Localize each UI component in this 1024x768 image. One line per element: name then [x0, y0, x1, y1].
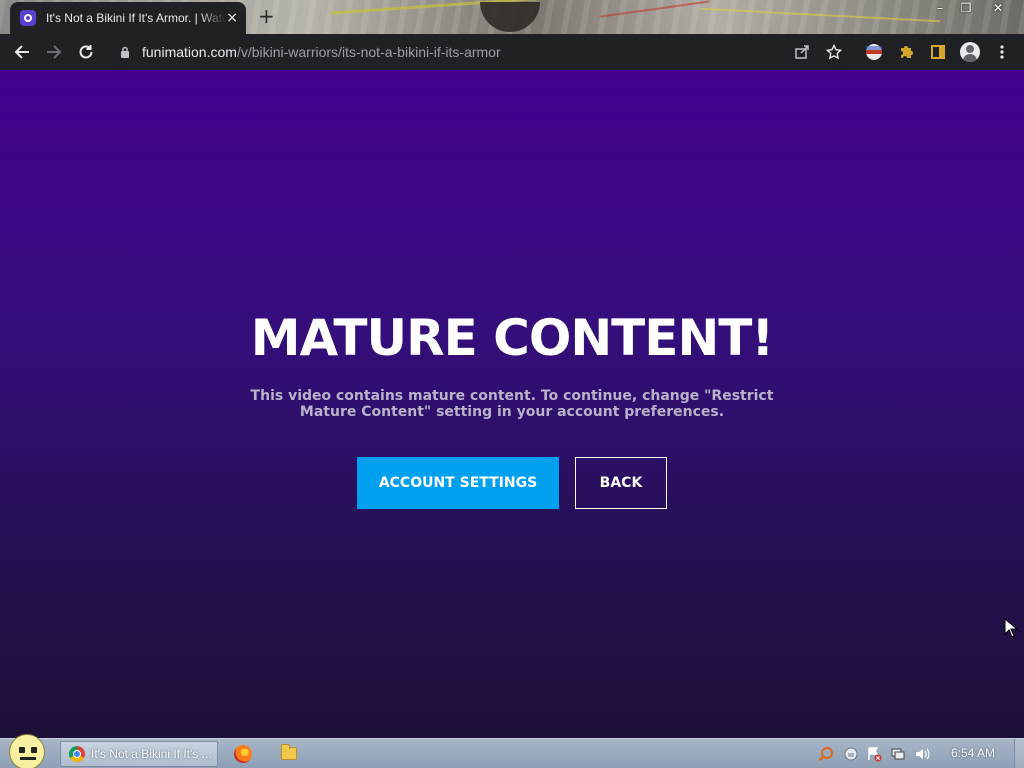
- browser-tab-strip: It's Not a Bikini If It's Armor. | Watch…: [0, 0, 1024, 34]
- more-menu-icon[interactable]: [992, 42, 1012, 62]
- url-host: funimation.com: [142, 44, 237, 60]
- mature-content-message: This video contains mature content. To c…: [250, 388, 774, 420]
- extensions-puzzle-icon[interactable]: [896, 42, 916, 62]
- tab-title: It's Not a Bikini If It's Armor. | Watch…: [46, 11, 226, 25]
- side-panel-icon[interactable]: [928, 42, 948, 62]
- extension-flag-icon[interactable]: [864, 42, 884, 62]
- lock-icon: [121, 46, 129, 58]
- page-title: MATURE CONTENT!: [250, 309, 774, 367]
- window-minimize-button[interactable]: –: [926, 0, 954, 18]
- window-restore-button[interactable]: ❐: [952, 0, 980, 18]
- window-close-button[interactable]: ✕: [984, 0, 1012, 18]
- url-text[interactable]: funimation.com/v/bikini-warriors/its-not…: [142, 44, 501, 60]
- back-button[interactable]: BACK: [575, 457, 667, 509]
- tray-status-icon[interactable]: [843, 746, 859, 762]
- mature-content-page: MATURE CONTENT! This video contains matu…: [0, 70, 1024, 738]
- browser-toolbar: funimation.com/v/bikini-warriors/its-not…: [0, 34, 1024, 70]
- network-icon[interactable]: [890, 746, 906, 762]
- show-desktop-button[interactable]: [1014, 739, 1024, 768]
- back-arrow-icon[interactable]: [12, 42, 32, 62]
- start-smiley-icon: [9, 734, 45, 768]
- reload-icon[interactable]: [76, 42, 96, 62]
- share-icon[interactable]: [792, 42, 812, 62]
- forward-arrow-icon[interactable]: [44, 42, 64, 62]
- tab-close-icon[interactable]: ×: [226, 11, 238, 25]
- start-button[interactable]: [6, 734, 48, 768]
- url-path: /v/bikini-warriors/its-not-a-bikini-if-i…: [236, 44, 501, 60]
- funimation-favicon-icon: [20, 10, 36, 26]
- new-tab-button[interactable]: +: [258, 6, 275, 26]
- chrome-icon: [69, 746, 85, 762]
- profile-avatar-icon[interactable]: [960, 42, 980, 62]
- firefox-icon[interactable]: [234, 745, 252, 763]
- taskbar-item-label: It's Not a Bikini If It's ...: [91, 747, 212, 761]
- taskbar-item-chrome[interactable]: It's Not a Bikini If It's ...: [60, 741, 218, 767]
- bookmark-star-icon[interactable]: [824, 42, 844, 62]
- volume-icon[interactable]: [914, 746, 930, 762]
- mouse-cursor-icon: [1004, 618, 1018, 638]
- folder-icon[interactable]: [281, 744, 297, 760]
- search-magnifier-icon[interactable]: [818, 746, 834, 762]
- account-settings-button[interactable]: ACCOUNT SETTINGS: [357, 457, 559, 509]
- address-bar[interactable]: funimation.com/v/bikini-warriors/its-not…: [110, 38, 852, 66]
- taskbar-clock[interactable]: 6:54 AM: [940, 746, 1006, 760]
- browser-tab-active[interactable]: It's Not a Bikini If It's Armor. | Watch…: [10, 2, 246, 34]
- action-center-flag-icon[interactable]: [866, 746, 882, 762]
- taskbar: It's Not a Bikini If It's ... 6:54 AM: [0, 734, 1024, 768]
